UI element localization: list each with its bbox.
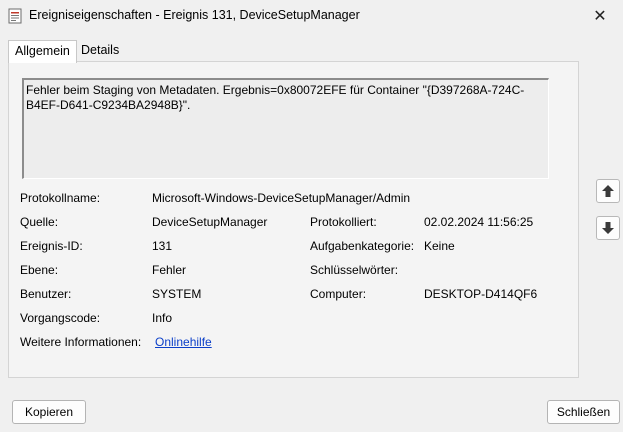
close-icon: ✕	[593, 8, 607, 25]
next-event-button[interactable]	[596, 216, 620, 240]
arrow-down-icon	[602, 222, 614, 234]
protokolliert-value: 02.02.2024 11:56:25	[424, 215, 534, 229]
window-title: Ereigniseigenschaften - Ereignis 131, De…	[29, 8, 360, 22]
protokollname-label: Protokollname:	[20, 191, 101, 205]
vorgangscode-label: Vorgangscode:	[20, 311, 101, 325]
copy-button[interactable]: Kopieren	[12, 400, 86, 424]
ereignis-id-value: 131	[152, 239, 173, 253]
previous-event-button[interactable]	[596, 179, 620, 203]
weitere-informationen-label: Weitere Informationen:	[20, 335, 142, 349]
computer-label: Computer:	[310, 287, 367, 301]
computer-value: DESKTOP-D414QF6	[424, 287, 538, 301]
close-window-button[interactable]: ✕	[577, 0, 623, 32]
schluesselwoerter-label: Schlüsselwörter:	[310, 263, 399, 277]
protokolliert-label: Protokolliert:	[310, 215, 377, 229]
ereignis-id-label: Ereignis-ID:	[20, 239, 83, 253]
close-button[interactable]: Schließen	[547, 400, 620, 424]
ebene-value: Fehler	[152, 263, 187, 277]
event-properties-icon	[8, 8, 22, 24]
arrow-up-icon	[602, 185, 614, 197]
ebene-label: Ebene:	[20, 263, 59, 277]
benutzer-value: SYSTEM	[152, 287, 202, 301]
protokollname-value: Microsoft-Windows-DeviceSetupManager/Adm…	[152, 191, 411, 205]
quelle-value: DeviceSetupManager	[152, 215, 268, 229]
quelle-label: Quelle:	[20, 215, 59, 229]
benutzer-label: Benutzer:	[20, 287, 72, 301]
event-description[interactable]: Fehler beim Staging von Metadaten. Ergeb…	[22, 78, 549, 179]
onlinehilfe-link[interactable]: Onlinehilfe	[155, 335, 212, 349]
vorgangscode-value: Info	[152, 311, 173, 325]
aufgabenkategorie-value: Keine	[424, 239, 455, 253]
tab-allgemein[interactable]: Allgemein	[8, 40, 77, 63]
tab-details[interactable]: Details	[75, 40, 125, 61]
title-bar: Ereigniseigenschaften - Ereignis 131, De…	[0, 0, 623, 32]
aufgabenkategorie-label: Aufgabenkategorie:	[310, 239, 415, 253]
